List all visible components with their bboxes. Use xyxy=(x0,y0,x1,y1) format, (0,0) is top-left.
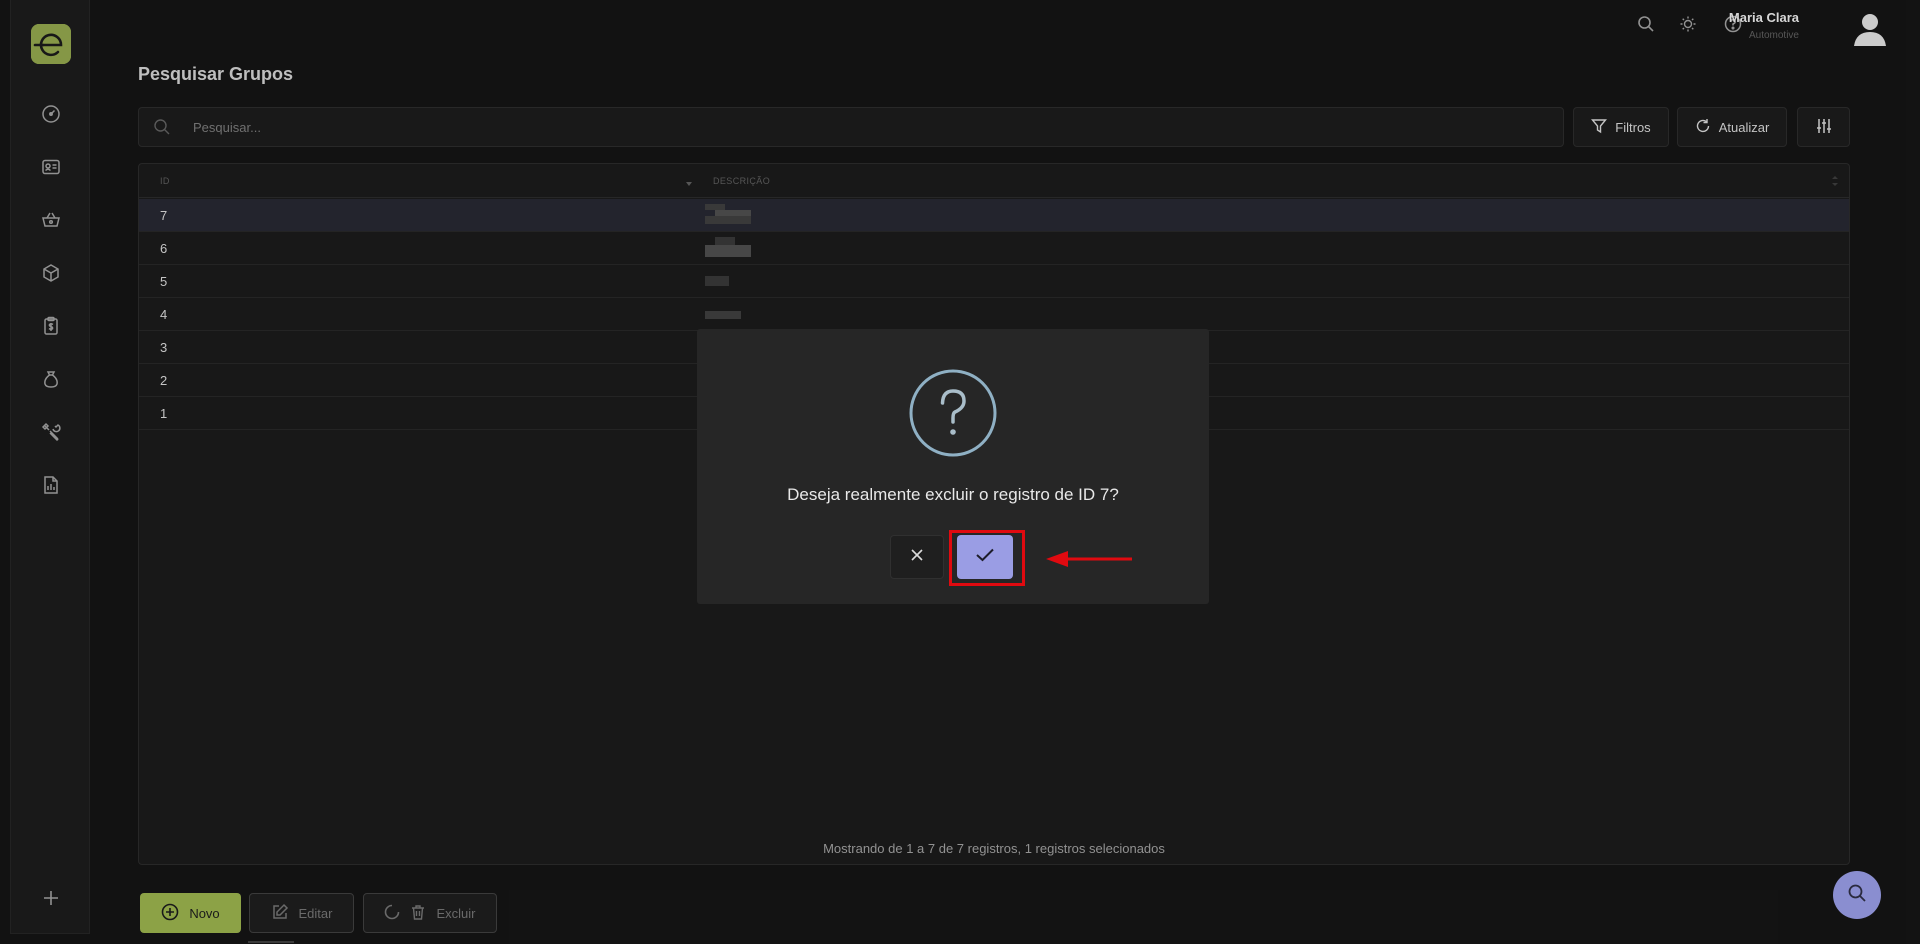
search-icon xyxy=(1847,883,1867,908)
edit-label: Editar xyxy=(298,905,333,921)
close-icon xyxy=(910,548,924,567)
edit-icon xyxy=(271,903,289,924)
trash-icon xyxy=(410,904,426,923)
loading-spinner-icon xyxy=(384,904,400,923)
annotation-arrow-icon xyxy=(1044,548,1134,575)
plus-circle-icon xyxy=(161,903,179,924)
cancel-button[interactable] xyxy=(890,535,944,579)
annotation-highlight xyxy=(949,530,1025,586)
question-icon xyxy=(909,369,997,457)
delete-button[interactable]: Excluir xyxy=(363,893,497,933)
floating-search-button[interactable] xyxy=(1833,871,1881,919)
delete-label: Excluir xyxy=(436,905,476,921)
new-button[interactable]: Novo xyxy=(140,893,241,933)
footer-divider xyxy=(248,941,294,943)
edit-button[interactable]: Editar xyxy=(249,893,354,933)
new-label: Novo xyxy=(189,905,220,921)
dialog-message: Deseja realmente excluir o registro de I… xyxy=(787,485,1119,504)
